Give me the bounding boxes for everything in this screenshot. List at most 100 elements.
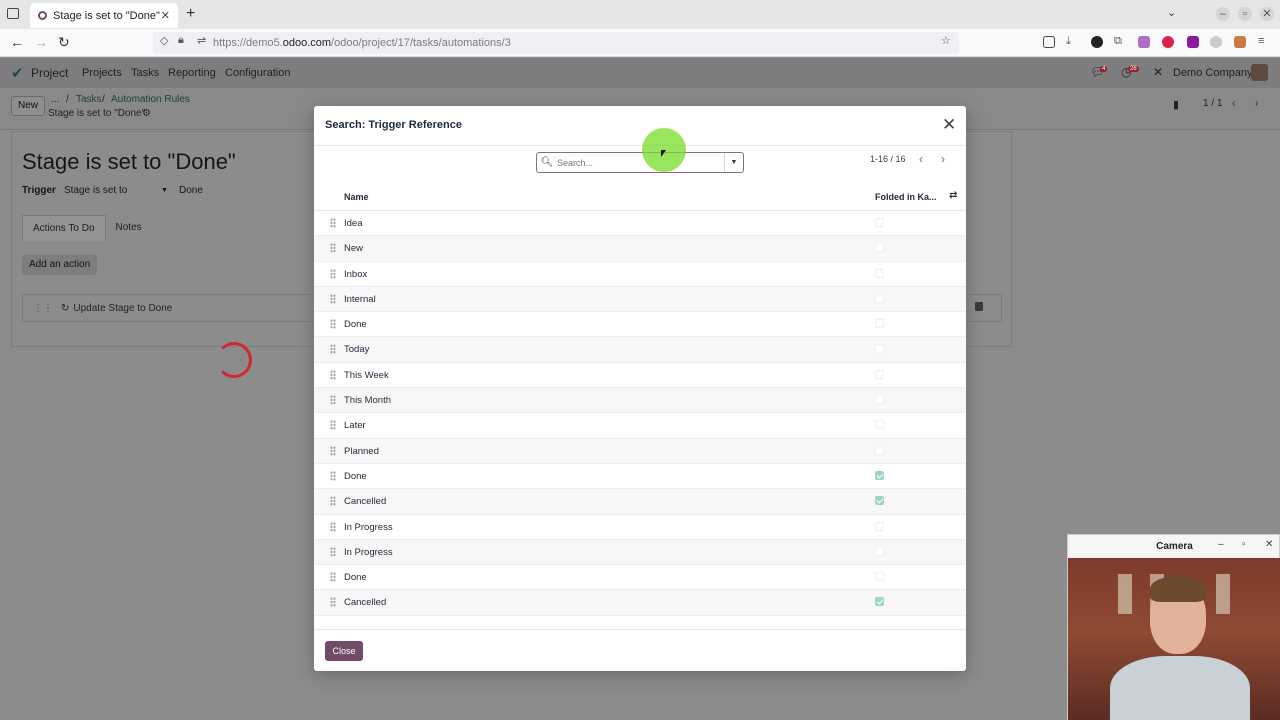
extension-gray-icon[interactable] <box>1210 36 1222 48</box>
table-row[interactable]: This Month <box>314 388 966 414</box>
optional-columns-icon[interactable]: ⇄ <box>949 190 957 201</box>
new-button[interactable]: New <box>11 96 45 116</box>
camera-maximize-icon[interactable]: ▫ <box>1242 539 1246 550</box>
table-row[interactable]: Done <box>314 464 966 490</box>
bookmark-icon[interactable]: ▮ <box>1173 98 1179 111</box>
shield-icon[interactable]: ◇ <box>160 34 168 47</box>
forward-icon[interactable]: → <box>34 35 48 49</box>
breadcrumb-automation-rules[interactable]: Automation Rules <box>111 94 190 105</box>
close-window-icon[interactable]: ✕ <box>1260 7 1274 21</box>
drag-handle-icon[interactable] <box>330 546 336 557</box>
menu-hamburger-icon[interactable]: ≡ <box>1258 35 1264 47</box>
drag-handle-icon[interactable] <box>330 395 336 406</box>
url-bar[interactable]: https://demo5. odoo.com/odoo/project/17/t… <box>153 32 959 54</box>
dialog-pager[interactable]: 1-16 / 16 <box>870 154 906 164</box>
drag-handle-icon[interactable] <box>330 572 336 583</box>
menu-projects[interactable]: Projects <box>82 67 122 79</box>
drag-handle-icon[interactable] <box>330 293 336 304</box>
new-tab-icon[interactable]: + <box>186 5 195 23</box>
camera-close-icon[interactable]: ✕ <box>1265 539 1273 550</box>
table-row[interactable]: Internal <box>314 286 966 313</box>
back-icon[interactable]: ← <box>10 35 24 49</box>
drag-handle-icon[interactable] <box>330 496 336 507</box>
dialog-pager-prev-icon[interactable]: ‹ <box>919 152 923 166</box>
extension-avatar-icon[interactable] <box>1234 36 1246 48</box>
table-row[interactable]: This Week <box>314 363 966 389</box>
trash-icon[interactable] <box>975 302 983 311</box>
extension-abp-icon[interactable] <box>1162 36 1174 48</box>
download-icon[interactable]: ⤓ <box>1066 35 1071 48</box>
pager-next-icon[interactable]: › <box>1255 98 1258 109</box>
table-row[interactable]: Today <box>314 337 966 363</box>
table-row[interactable]: Later <box>314 413 966 439</box>
drag-handle-icon[interactable] <box>330 597 336 608</box>
tools-icon[interactable]: ✕ <box>1153 65 1163 79</box>
search-bar[interactable]: 🔍︎ ▼ <box>536 152 744 173</box>
menu-configuration[interactable]: Configuration <box>225 67 290 79</box>
drag-handle-icon[interactable] <box>330 344 336 355</box>
tab-actions-to-do[interactable]: Actions To Do <box>22 215 106 241</box>
table-row[interactable]: Planned <box>314 438 966 464</box>
camera-window[interactable]: Camera – ▫ ✕ <box>1067 534 1280 720</box>
table-row[interactable]: Done <box>314 565 966 591</box>
drag-handle-icon[interactable] <box>330 243 336 254</box>
camera-minimize-icon[interactable]: – <box>1218 539 1224 550</box>
table-row[interactable]: Done <box>314 312 966 338</box>
close-icon[interactable]: ✕ <box>942 116 956 133</box>
record-title[interactable]: Stage is set to "Done" <box>22 149 236 175</box>
drag-handle-icon[interactable] <box>330 445 336 456</box>
column-name[interactable]: Name <box>344 192 369 202</box>
tab-notes[interactable]: Notes <box>106 215 152 241</box>
bookmark-star-icon[interactable]: ☆ <box>941 34 951 47</box>
search-input[interactable] <box>557 153 724 172</box>
breadcrumb-more[interactable]: ... <box>51 94 59 105</box>
close-button[interactable]: Close <box>325 641 363 661</box>
user-avatar[interactable] <box>1251 64 1268 81</box>
close-tab-icon[interactable]: ✕ <box>161 9 170 22</box>
table-row[interactable]: Inbox <box>314 262 966 287</box>
trigger-target[interactable]: Done <box>179 185 203 196</box>
table-row[interactable]: Cancelled <box>314 590 966 616</box>
table-row[interactable]: In Progress <box>314 539 966 566</box>
drag-handle-icon[interactable]: ⋮⋮ <box>33 303 53 314</box>
drag-handle-icon[interactable] <box>330 218 336 228</box>
extension-purple-icon[interactable] <box>1138 36 1150 48</box>
search-options-caret-icon[interactable]: ▼ <box>724 153 743 172</box>
maximize-icon[interactable]: ▫ <box>1238 7 1252 21</box>
permissions-icon[interactable]: ⇌ <box>197 34 206 47</box>
drag-handle-icon[interactable] <box>330 319 336 330</box>
tab-list-icon[interactable] <box>7 8 19 19</box>
company-switcher[interactable]: Demo Company <box>1173 67 1252 79</box>
browser-tab[interactable]: Stage is set to "Done" ✕ <box>30 3 178 28</box>
table-row[interactable]: Idea <box>314 211 966 237</box>
drag-handle-icon[interactable] <box>330 521 336 532</box>
extensions-puzzle-icon[interactable]: ⧉ <box>1114 35 1122 48</box>
extension-dark-icon[interactable] <box>1091 36 1103 48</box>
drag-handle-icon[interactable] <box>330 268 336 279</box>
record-settings-gear-icon[interactable]: ⚙ <box>142 108 151 119</box>
drag-handle-icon[interactable] <box>330 470 336 481</box>
table-row[interactable]: In Progress <box>314 515 966 540</box>
drag-handle-icon[interactable] <box>330 420 336 431</box>
add-action-button[interactable]: Add an action <box>22 255 98 275</box>
menu-reporting[interactable]: Reporting <box>168 67 216 79</box>
breadcrumb-tasks[interactable]: Tasks <box>76 94 102 105</box>
table-row[interactable]: New <box>314 236 966 262</box>
list-all-tabs-icon[interactable]: ⌄ <box>1167 6 1176 19</box>
column-folded[interactable]: Folded in Ka... <box>875 192 937 202</box>
project-app-icon[interactable]: ✔ <box>11 64 24 82</box>
record-pager[interactable]: 1 / 1 <box>1203 98 1222 109</box>
minimize-icon[interactable]: – <box>1216 7 1230 21</box>
menu-tasks[interactable]: Tasks <box>131 67 159 79</box>
dialog-pager-next-icon[interactable]: › <box>941 152 945 166</box>
pager-prev-icon[interactable]: ‹ <box>1232 98 1235 109</box>
table-row[interactable]: Cancelled <box>314 489 966 515</box>
trigger-caret-icon[interactable]: ▼ <box>161 187 168 194</box>
extension-badge-icon[interactable] <box>1187 36 1199 48</box>
reload-icon[interactable]: ↻ <box>58 35 70 49</box>
pocket-icon[interactable] <box>1043 36 1055 48</box>
app-name[interactable]: Project <box>31 66 68 80</box>
lock-icon[interactable]: 🔒︎ <box>178 34 184 47</box>
trigger-select[interactable]: Stage is set to <box>64 185 127 196</box>
drag-handle-icon[interactable] <box>330 369 336 380</box>
